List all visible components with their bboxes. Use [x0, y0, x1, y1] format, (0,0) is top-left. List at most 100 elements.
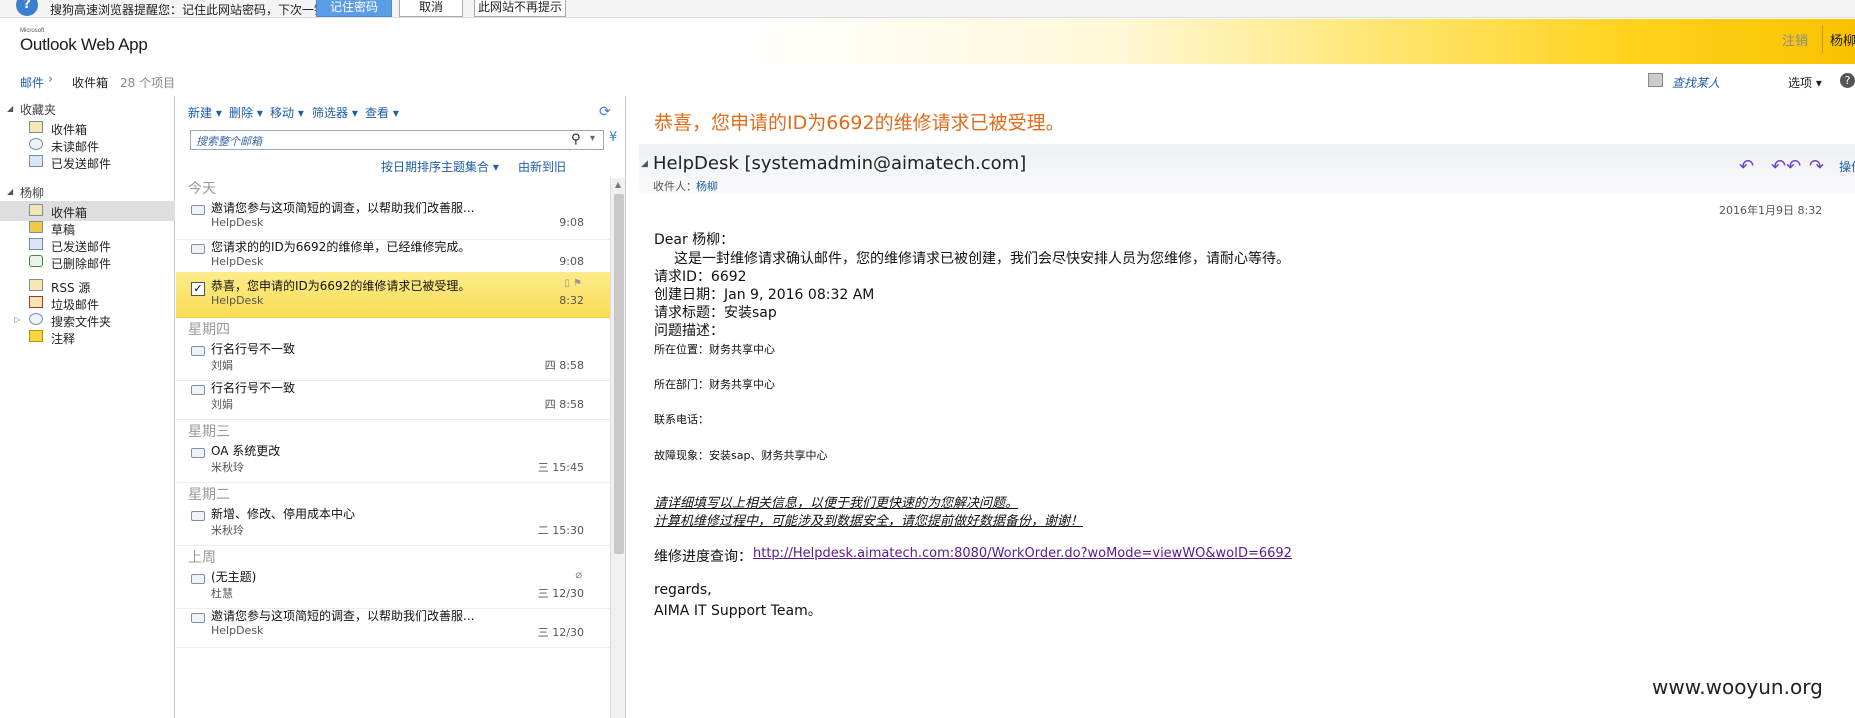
paperclip-icon: ⌀	[575, 568, 582, 581]
view-button[interactable]: 查看 ▾	[365, 104, 399, 121]
body-phone: 联系电话：	[654, 413, 709, 426]
app-header: Microsoft Outlook Web App 注销 杨柳	[0, 19, 1855, 64]
message-time: 三 12/30	[537, 587, 584, 600]
breadcrumb-mail[interactable]: 邮件	[20, 74, 44, 91]
expand-icon[interactable]: ▷	[14, 315, 20, 324]
envelope-icon	[191, 385, 205, 395]
sort-order-button[interactable]: 由新到旧	[518, 158, 566, 175]
message-time: 三 15:45	[537, 461, 584, 474]
body-title: 请求标题：安装sap	[654, 305, 777, 321]
message-sender[interactable]: HelpDesk [systemadmin@aimatech.com]	[653, 153, 1026, 174]
item-count: 28 个项目	[120, 76, 176, 90]
actions-menu[interactable]: 操作	[1839, 158, 1855, 175]
envelope-icon	[191, 448, 205, 458]
reply-icon[interactable]: ↶	[1739, 156, 1754, 177]
message-subject: 邀请您参与这项简短的调查，以帮助我们改善服...	[211, 609, 475, 623]
sent-icon	[29, 238, 43, 250]
progress-link[interactable]: http://Helpdesk.aimatech.com:8080/WorkOr…	[753, 546, 1292, 561]
chevron-down-icon[interactable]: ▾	[590, 133, 595, 144]
message-list-pane: 新建 ▾ 删除 ▾ 移动 ▾ 筛选器 ▾ 查看 ▾ ⟳ 搜索整个邮箱 ⚲ ▾ ¥…	[176, 96, 626, 718]
sort-by-button[interactable]: 按日期排序主题集合 ▾	[381, 160, 499, 174]
message-sender: 刘娟	[211, 359, 233, 372]
view-label: 查看	[365, 106, 390, 120]
select-checkbox[interactable]: ✓	[191, 282, 205, 296]
help-icon[interactable]: ?	[1840, 73, 1855, 88]
message-subject: OA 系统更改	[211, 444, 281, 458]
message-subject: 邀请您参与这项简短的调查，以帮助我们改善服...	[211, 201, 475, 215]
search-input[interactable]: 搜索整个邮箱 ⚲ ▾	[190, 130, 604, 150]
collapse-header-icon[interactable]: ◢	[641, 159, 648, 169]
folder-notes[interactable]: 注释	[0, 327, 175, 347]
favorites-header[interactable]: ◢ 收藏夹	[0, 100, 175, 118]
expand-search-icon[interactable]: ¥	[609, 130, 617, 145]
user-name[interactable]: 杨柳	[1830, 30, 1855, 49]
message-subject: 恭喜，您申请的ID为6692的维修请求已被受理。	[211, 279, 471, 293]
body-regards: regards,	[654, 582, 712, 598]
signout-link[interactable]: 注销	[1782, 30, 1808, 49]
folder-label: 已删除邮件	[51, 257, 112, 271]
folder-deleted[interactable]: 已删除邮件	[0, 252, 175, 272]
envelope-icon	[191, 244, 205, 254]
flag-icon[interactable]: ▯ ⚑	[564, 278, 582, 289]
search-icon[interactable]: ⚲	[571, 132, 581, 147]
body-team: AIMA IT Support Team。	[654, 603, 822, 619]
message-subject: 新增、修改、停用成本中心	[211, 507, 356, 521]
move-button[interactable]: 移动 ▾	[270, 104, 304, 121]
message-subject: (无主题)	[211, 570, 257, 584]
refresh-icon[interactable]: ⟳	[599, 105, 613, 119]
message-row[interactable]: OA 系统更改 米秋玲 三 15:45	[176, 437, 610, 483]
reading-pane: 恭喜，您申请的ID为6692的维修请求已被受理。 ◢ HelpDesk [sys…	[627, 96, 1855, 718]
message-row-selected[interactable]: ✓ 恭喜，您申请的ID为6692的维修请求已被受理。 HelpDesk ▯ ⚑ …	[176, 272, 610, 318]
cancel-button[interactable]: 取消	[399, 0, 463, 17]
find-people-link[interactable]: 查找某人	[1672, 74, 1720, 91]
breadcrumb-inbox: 收件箱	[72, 76, 109, 90]
message-sender: 杜慧	[211, 587, 233, 600]
inbox-icon	[29, 121, 43, 133]
body-location: 所在位置：财务共享中心	[654, 343, 775, 356]
delete-button[interactable]: 删除 ▾	[229, 104, 263, 121]
filter-button[interactable]: 筛选器 ▾	[312, 104, 358, 121]
list-scrollbar[interactable]: ▲	[610, 178, 625, 718]
mailbox-title: 杨柳	[20, 186, 45, 200]
scroll-up-icon[interactable]: ▲	[615, 180, 621, 189]
forward-icon[interactable]: ↷	[1809, 156, 1824, 177]
scrollbar-thumb[interactable]	[614, 194, 624, 554]
options-menu[interactable]: 选项 ▾	[1788, 74, 1822, 91]
password-reminder-bar: ? 搜狗高速浏览器提醒您：记住此网站密码，下次一键登录！ 记住密码 取消 此网站…	[0, 0, 1855, 47]
message-row[interactable]: 行名行号不一致 刘娟 四 8:58	[176, 374, 610, 420]
recycle-icon	[29, 255, 43, 267]
envelope-icon	[191, 205, 205, 215]
breadcrumb: 邮件 › 收件箱 28 个项目 查找某人 选项 ▾ ?	[0, 64, 1855, 92]
message-row[interactable]: 邀请您参与这项简短的调查，以帮助我们改善服... HelpDesk 三 12/3…	[176, 602, 610, 648]
recipient-name[interactable]: 杨柳	[696, 178, 718, 194]
favorite-sent[interactable]: 已发送邮件	[0, 152, 175, 172]
message-subject-heading: 恭喜，您申请的ID为6692的维修请求已被受理。	[654, 112, 1065, 134]
new-button[interactable]: 新建 ▾	[188, 104, 222, 121]
header-divider	[1822, 25, 1823, 53]
body-progress-label: 维修进度查询：	[654, 549, 752, 565]
body-created: 创建日期：Jan 9, 2016 08:32 AM	[654, 287, 875, 303]
microsoft-brand: Microsoft	[20, 28, 45, 34]
message-time: 二 15:30	[537, 524, 584, 537]
move-label: 移动	[270, 106, 295, 120]
message-list: 今天 邀请您参与这项简短的调查，以帮助我们改善服... HelpDesk 9:0…	[176, 178, 610, 718]
message-sender: HelpDesk	[211, 216, 264, 229]
reply-all-icon[interactable]: ↶↶	[1771, 156, 1801, 177]
message-time: 9:08	[559, 216, 584, 229]
sort-label: 按日期排序主题集合	[381, 160, 490, 174]
remember-password-button[interactable]: 记住密码	[316, 0, 392, 17]
chevron-right-icon: ›	[48, 72, 54, 87]
search-folder-icon	[29, 313, 43, 325]
collapse-icon: ◢	[7, 187, 14, 196]
message-sender: HelpDesk	[211, 624, 264, 637]
mailbox-header[interactable]: ◢ 杨柳	[0, 183, 175, 201]
message-subject: 行名行号不一致	[211, 342, 296, 356]
body-request-id: 请求ID：6692	[654, 269, 747, 285]
address-book-icon[interactable]	[1648, 73, 1663, 87]
never-remind-button[interactable]: 此网站不再提示	[474, 0, 566, 17]
app-logo: Outlook Web App	[20, 35, 148, 54]
message-time: 9:08	[559, 255, 584, 268]
message-subject: 行名行号不一致	[211, 381, 296, 395]
message-row[interactable]: 新增、修改、停用成本中心 米秋玲 二 15:30	[176, 500, 610, 546]
folder-label: 已发送邮件	[51, 157, 112, 171]
